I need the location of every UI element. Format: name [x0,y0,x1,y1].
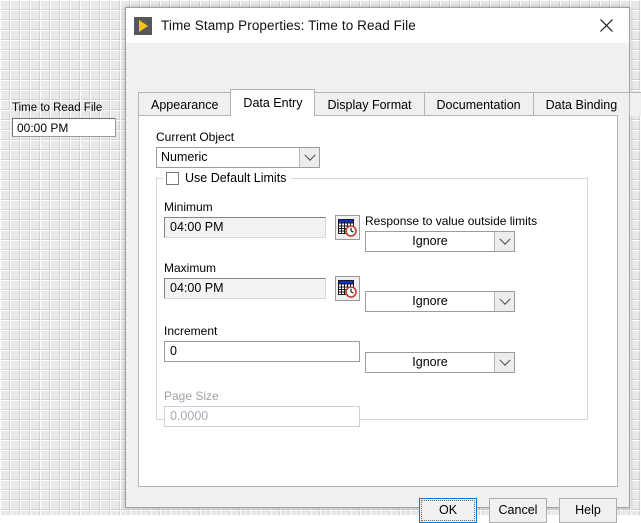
minimum-label: Minimum [164,200,213,214]
response-minimum-combobox[interactable]: Ignore [365,231,515,252]
close-button[interactable] [584,8,629,43]
tab-page-data-entry: Current Object Numeric Use Default Limit… [138,115,618,487]
chevron-down-icon [494,232,514,251]
time-stamp-properties-dialog: Time Stamp Properties: Time to Read File… [125,7,641,523]
response-minimum-group: Ignore [365,231,515,252]
current-object-combobox[interactable]: Numeric [156,147,320,168]
response-increment-value: Ignore [412,355,448,369]
calendar-clock-icon [338,280,357,298]
dialog-title: Time Stamp Properties: Time to Read File [161,18,416,33]
use-default-limits-checkbox[interactable]: Use Default Limits [163,171,292,185]
page-size-input: 0.0000 [164,406,360,427]
close-icon [600,19,613,32]
response-to-value-outside-limits-label: Response to value outside limits [365,214,538,228]
response-increment-combobox[interactable]: Ignore [365,352,515,373]
tab-key-navigation[interactable]: Key [629,92,641,116]
tab-data-entry[interactable]: Data Entry [230,89,316,116]
response-increment-group: Ignore [365,352,515,373]
minimum-input[interactable]: 04:00 PM [164,217,326,238]
tab-strip: Appearance Data Entry Display Format Doc… [138,89,641,116]
help-button[interactable]: Help [559,498,617,523]
current-object-group: Current Object Numeric [156,130,320,168]
maximum-field-group: Maximum 04:00 PM [164,261,360,303]
increment-input[interactable]: 0 [164,341,360,362]
tab-data-binding[interactable]: Data Binding [532,92,631,116]
use-default-limits-label: Use Default Limits [185,171,287,185]
front-panel-control-value[interactable]: 00:00 PM [12,118,116,137]
front-panel-control-label: Time to Read File [12,102,103,114]
response-minimum-value: Ignore [412,234,448,248]
tab-display-format[interactable]: Display Format [314,92,425,116]
checkbox-box-icon [166,171,179,185]
page-size-label: Page Size [164,389,219,403]
calendar-clock-icon [338,219,357,237]
maximum-input[interactable]: 04:00 PM [164,278,326,299]
current-object-label: Current Object [156,130,235,144]
chevron-down-icon [494,353,514,372]
tab-appearance[interactable]: Appearance [138,92,232,116]
minimum-field-group: Minimum 04:00 PM [164,200,360,242]
tab-documentation[interactable]: Documentation [423,92,534,116]
page-size-field-group: Page Size 0.0000 [164,389,360,427]
dialog-body: Appearance Data Entry Display Format Doc… [126,43,641,523]
response-maximum-combobox[interactable]: Ignore [365,291,515,312]
increment-field-group: Increment 0 [164,324,360,362]
increment-label: Increment [164,324,218,338]
front-panel-timestamp-control[interactable]: Time to Read File 00:00 PM [12,102,116,137]
cancel-button[interactable]: Cancel [489,498,547,523]
dialog-button-row: OK Cancel Help [138,498,617,523]
response-maximum-group: Ignore [365,291,515,312]
current-object-value: Numeric [161,150,208,164]
labview-run-arrow-icon [134,16,152,35]
chevron-down-icon [494,292,514,311]
chevron-down-icon [299,148,319,167]
maximum-datetime-picker-button[interactable] [335,276,360,301]
response-maximum-value: Ignore [412,294,448,308]
dialog-titlebar: Time Stamp Properties: Time to Read File [126,8,629,43]
ok-button[interactable]: OK [419,498,477,523]
minimum-datetime-picker-button[interactable] [335,215,360,240]
maximum-label: Maximum [164,261,217,275]
